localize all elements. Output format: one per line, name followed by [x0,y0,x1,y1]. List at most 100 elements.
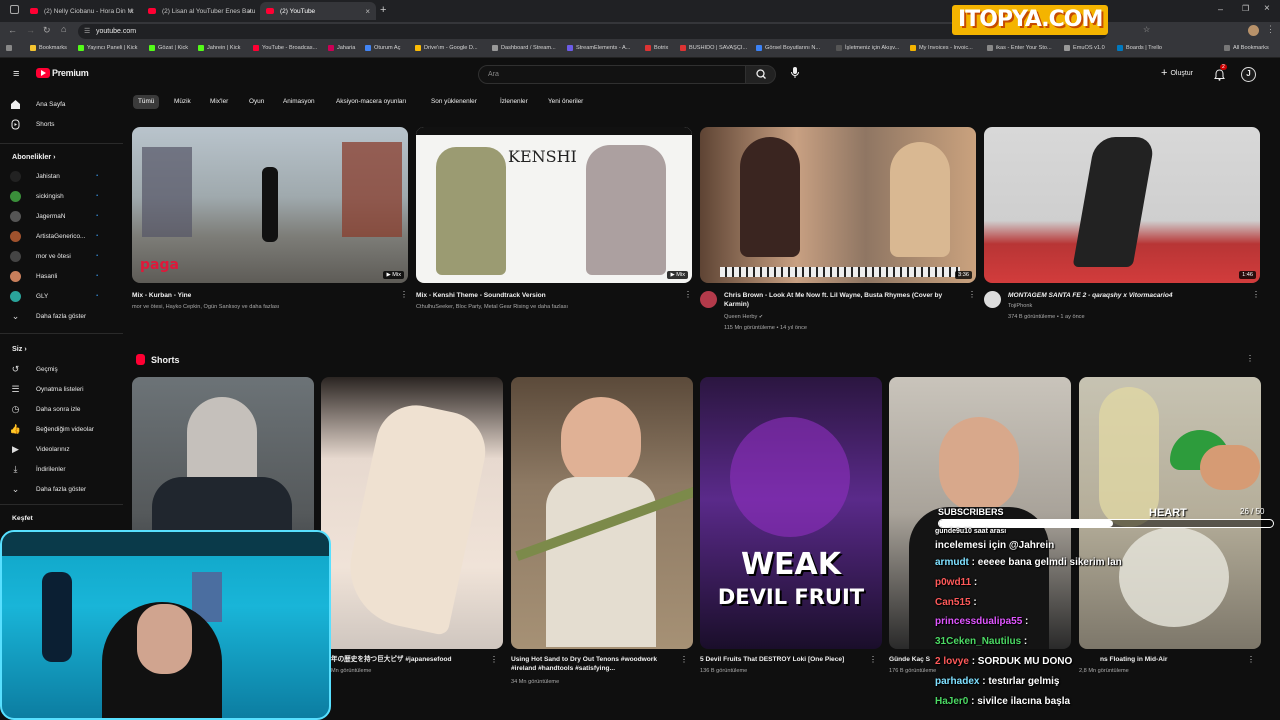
video-title[interactable]: Mix - Kenshi Theme - Soundtrack Version [416,291,676,300]
browser-tab[interactable]: (2) Lisan al YouTuber Enes Batu × [142,2,258,20]
bookmark-item[interactable]: Görsel Boyutlarını N... [756,45,820,51]
short-title[interactable]: 年の歴史を持つ巨大ピザ #japanesefood [331,655,491,664]
sidebar-you-item[interactable]: ◷ Daha sonra izle [10,401,120,417]
sidebar-item-shorts[interactable]: Shorts [10,116,120,132]
sidebar-you-item[interactable]: 👍 Beğendiğim videolar [10,421,120,437]
reload-icon[interactable]: ↻ [43,25,51,36]
bookmark-item[interactable]: EmuOS v1.0 [1064,45,1105,51]
sidebar-subscription-item[interactable]: sickingish • [10,188,120,204]
short-thumbnail[interactable]: WEAK DEVIL FRUIT [700,377,882,649]
sidebar-item-home[interactable]: Ana Sayfa [10,96,120,112]
sidebar-subscription-item[interactable]: JagermaN • [10,208,120,224]
chip-watched[interactable]: İzlenenler [495,95,533,109]
sidebar-subscription-item[interactable]: GLY • [10,288,120,304]
video-thumbnail[interactable]: 3:36 [700,127,976,283]
short-title[interactable]: Günde Kaç S [889,655,934,664]
video-thumbnail[interactable]: paga ▶ Mix [132,127,408,283]
chip-animation[interactable]: Animasyon [278,95,320,109]
channel-avatar[interactable] [984,291,1001,308]
bookmark-item[interactable]: Jahrein | Kick [198,45,240,51]
more-options-icon[interactable]: ⋮ [869,655,877,664]
close-window-icon[interactable]: × [1264,3,1270,14]
youtube-premium-logo[interactable]: Premium [36,68,89,78]
chip-mixes[interactable]: Mix'ler [205,95,233,109]
mic-button[interactable] [790,66,800,85]
notifications-button[interactable]: 2 [1214,64,1227,86]
bookmark-item[interactable]: Drive'ım - Google D... [415,45,478,51]
search-button[interactable] [745,65,776,84]
video-thumbnail[interactable]: KENSHI ▶ Mix [416,127,692,283]
video-title[interactable]: MONTAGEM SANTA FE 2 - qaraqshy x Vitorma… [1008,291,1250,300]
short-thumbnail[interactable] [321,377,503,649]
more-options-icon[interactable]: ⋮ [400,290,408,299]
bookmark-item[interactable]: Bookmarks [30,45,67,51]
you-heading[interactable]: Siz › [12,344,27,353]
sidebar-you-item[interactable]: ⌄ Daha fazla göster [10,481,120,497]
browser-menu-icon[interactable]: ⋮ [1266,24,1275,35]
sidebar-you-item[interactable]: ⤓ İndirilenler [10,461,120,477]
more-options-icon[interactable]: ⋮ [1247,655,1255,664]
bookmark-item[interactable]: StreamElements - A... [567,45,630,51]
subscriptions-heading[interactable]: Abonelikler › [12,152,56,161]
video-title[interactable]: Mix - Kurban - Yine [132,291,392,300]
bookmark-item[interactable]: My Invoices - Invoic... [910,45,973,51]
short-title[interactable]: ns Floating in Mid-Air [1100,655,1240,664]
chip-new-to-you[interactable]: Yeni öneriler [543,95,588,109]
more-options-icon[interactable]: ⋮ [1252,290,1260,299]
sidebar-subscription-item[interactable]: ⌄ Daha fazla göster [10,308,120,324]
new-tab-icon[interactable]: + [380,4,386,16]
bookmark-item[interactable]: YouTube - Broadcas... [253,45,317,51]
browser-tab[interactable]: (2) Nelly Ciobanu - Hora Din M × [24,2,140,20]
home-browser-icon[interactable]: ⌂ [61,24,66,34]
bookmark-item[interactable]: Jaharia [328,45,355,51]
sidebar-you-item[interactable]: ▶ Videolarınız [10,441,120,457]
bookmark-item[interactable]: Gözat | Kick [149,45,188,51]
bookmark-item[interactable]: BUSHIDO | SAVAŞÇI... [680,45,747,51]
create-button[interactable]: + Oluştur [1161,68,1193,79]
back-icon[interactable]: ← [8,25,17,35]
short-title[interactable]: 5 Devil Fruits That DESTROY Loki [One Pi… [700,655,865,664]
tab-search-icon[interactable] [10,5,19,14]
menu-icon[interactable]: ≡ [13,69,19,80]
bookmark-item[interactable]: Botrix [645,45,668,51]
apps-icon[interactable] [6,45,15,51]
more-options-icon[interactable]: ⋮ [680,655,688,664]
sidebar-subscription-item[interactable]: Jahistan • [10,168,120,184]
bookmark-item[interactable]: Dashboard / Stream... [492,45,556,51]
maximize-icon[interactable]: ❐ [1242,4,1249,13]
chip-recently-uploaded[interactable]: Son yüklenenler [426,95,482,109]
search-input[interactable]: Ara [478,65,746,84]
sidebar-you-item[interactable]: ☰ Oynatma listeleri [10,381,120,397]
forward-icon[interactable]: → [26,25,35,35]
video-title[interactable]: Chris Brown - Look At Me Now ft. Lil Way… [724,291,966,309]
bookmark-item[interactable]: Boards | Trello [1117,45,1162,51]
video-thumbnail[interactable]: 1:46 [984,127,1260,283]
short-title[interactable]: Using Hot Sand to Dry Out Tenons #woodwo… [511,655,676,673]
all-bookmarks[interactable]: All Bookmarks [1224,45,1269,51]
sidebar-subscription-item[interactable]: Hasanli • [10,268,120,284]
close-icon[interactable]: × [247,7,252,16]
minimize-icon[interactable]: – [1218,4,1223,14]
bookmark-item[interactable]: İşletmeniz için Akışv... [836,45,899,51]
more-options-icon[interactable]: ⋮ [490,655,498,664]
account-avatar[interactable]: J [1241,67,1256,82]
profile-avatar[interactable] [1248,25,1259,36]
short-thumbnail[interactable] [511,377,693,649]
more-options-icon[interactable]: ⋮ [684,290,692,299]
bookmark-item[interactable]: Oturum Aç [365,45,400,51]
more-options-icon[interactable]: ⋮ [968,290,976,299]
sidebar-subscription-item[interactable]: mor ve ötesi • [10,248,120,264]
more-options-icon[interactable]: ⋮ [1246,354,1254,363]
chip-gaming[interactable]: Oyun [244,95,269,109]
chip-music[interactable]: Müzik [169,95,196,109]
bookmark-item[interactable]: ikas - Enter Your Sto... [987,45,1052,51]
chip-action-adventure[interactable]: Aksiyon-macera oyunları [331,95,411,109]
site-info-icon[interactable]: ☰ [84,24,90,39]
bookmark-item[interactable]: Yayıncı Paneli | Kick [78,45,137,51]
close-icon[interactable]: × [365,7,370,16]
browser-tab-active[interactable]: (2) YouTube × [260,2,376,20]
chip-all[interactable]: Tümü [133,95,160,109]
sidebar-you-item[interactable]: ↺ Geçmiş [10,361,120,377]
star-icon[interactable]: ☆ [1143,25,1150,34]
close-icon[interactable]: × [129,7,134,16]
